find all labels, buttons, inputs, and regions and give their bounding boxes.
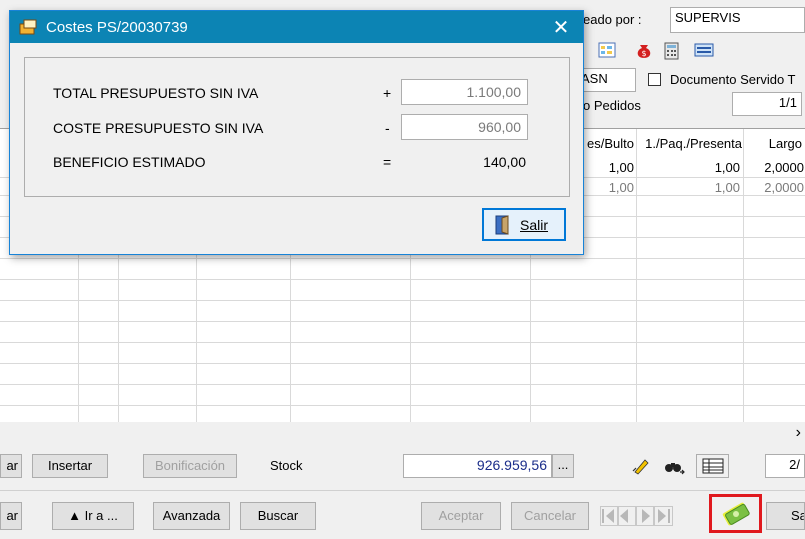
- record-navigator[interactable]: [600, 506, 676, 526]
- svg-text:$: $: [641, 49, 646, 58]
- beneficio-operator: =: [383, 154, 392, 170]
- page-indicator: 2/: [765, 454, 805, 478]
- table-view-button[interactable]: [696, 454, 729, 478]
- grid-cell[interactable]: 1,00: [640, 180, 740, 195]
- stock-ellipsis-button[interactable]: ...: [552, 454, 574, 478]
- total-operator: +: [383, 85, 392, 101]
- dialog-title: Costes PS/20030739: [46, 19, 188, 36]
- buscar-button[interactable]: Buscar: [240, 502, 316, 530]
- grid-cell[interactable]: 2,0000: [746, 160, 804, 175]
- insertar-button[interactable]: Insertar: [32, 454, 108, 478]
- grid-cell[interactable]: 1,00: [640, 160, 740, 175]
- total-value-field: 1.100,00: [401, 79, 528, 105]
- asn-field[interactable]: ASN: [576, 68, 636, 92]
- total-label: TOTAL PRESUPUESTO SIN IVA: [53, 85, 259, 101]
- left-partial-button-2[interactable]: ar: [0, 502, 22, 530]
- grid-cell[interactable]: 2,0000: [746, 180, 804, 195]
- dialog-app-icon: [19, 19, 37, 35]
- grid-icon[interactable]: [598, 42, 616, 58]
- money-icon: [722, 502, 750, 526]
- beneficio-value: 140,00: [483, 154, 526, 170]
- ir-a-button[interactable]: ▲ Ir a ...: [52, 502, 134, 530]
- coste-operator: -: [385, 120, 390, 136]
- coste-label: COSTE PRESUPUESTO SIN IVA: [53, 120, 264, 136]
- doc-servido-checkbox[interactable]: [648, 73, 661, 86]
- scroll-right-icon[interactable]: ›: [796, 424, 801, 442]
- keyboard-icon[interactable]: [694, 42, 714, 58]
- cancelar-button[interactable]: Cancelar: [511, 502, 589, 530]
- door-exit-icon: [495, 215, 509, 235]
- doc-servido-label: Documento Servido T: [670, 72, 796, 87]
- left-partial-button[interactable]: ar: [0, 454, 22, 478]
- stock-label: Stock: [270, 458, 303, 473]
- money-bag-icon[interactable]: $: [634, 40, 654, 60]
- dialog-title-bar[interactable]: Costes PS/20030739 ✕: [10, 11, 583, 43]
- horizontal-scrollbar[interactable]: ›: [0, 422, 805, 444]
- costes-button[interactable]: [709, 494, 762, 533]
- record-pager: 1/1: [732, 92, 802, 116]
- costes-dialog: Costes PS/20030739 ✕ TOTAL PRESUPUESTO S…: [9, 10, 584, 255]
- table-icon: [702, 458, 723, 474]
- binoculars-icon[interactable]: [664, 457, 686, 475]
- pedidos-label: o Pedidos: [583, 98, 641, 113]
- grid-header-largo: Largo: [768, 136, 802, 151]
- coste-value-field: 960,00: [401, 114, 528, 140]
- close-icon[interactable]: ✕: [549, 15, 573, 40]
- created-by-label: eado por :: [583, 12, 642, 27]
- salir-main-button[interactable]: Sa: [766, 502, 805, 530]
- avanzada-button[interactable]: Avanzada: [153, 502, 230, 530]
- grid-header-paq: 1./Paq./Presenta: [645, 136, 742, 151]
- stock-value-field: 926.959,56: [403, 454, 552, 478]
- salir-button[interactable]: Salir: [482, 208, 566, 241]
- dialog-panel: TOTAL PRESUPUESTO SIN IVA + 1.100,00 COS…: [24, 57, 570, 197]
- bonificacion-button[interactable]: Bonificación: [143, 454, 237, 478]
- pen-icon[interactable]: [632, 457, 650, 475]
- created-by-field[interactable]: SUPERVIS: [670, 7, 805, 33]
- aceptar-button[interactable]: Aceptar: [421, 502, 501, 530]
- salir-label: Salir: [520, 217, 549, 233]
- calculator-icon[interactable]: [664, 42, 680, 60]
- beneficio-label: BENEFICIO ESTIMADO: [53, 154, 206, 170]
